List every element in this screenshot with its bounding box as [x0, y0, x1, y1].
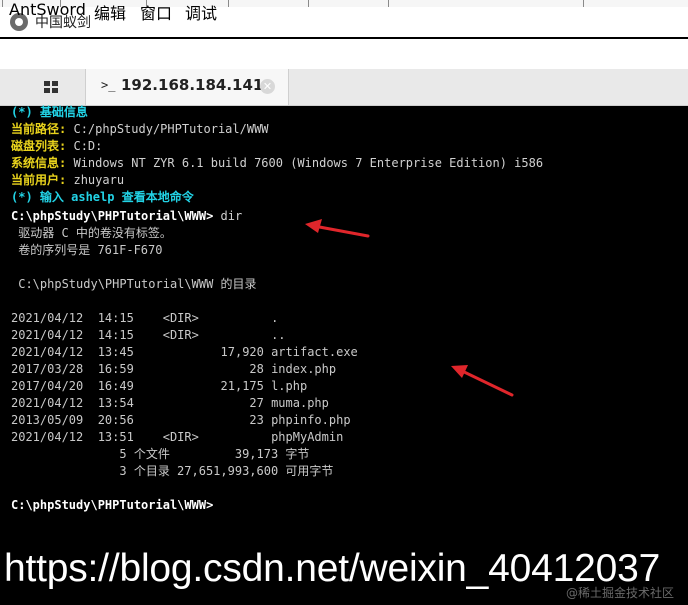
command-text: dir — [220, 209, 243, 223]
prompt: C:\phpStudy\PHPTutorial\WWW> — [11, 209, 214, 223]
info-label: 当前路径: — [11, 122, 67, 136]
grid-icon — [44, 81, 58, 93]
dir-entry: 2017/04/20 16:49 21,175 l.php — [11, 379, 308, 393]
menu-antsword[interactable]: AntSword — [9, 0, 86, 19]
menu-window[interactable]: 窗口 — [140, 0, 172, 24]
dir-entry: 2021/04/12 13:54 27 muma.php — [11, 396, 329, 410]
dir-entry: 2017/03/28 16:59 28 index.php — [11, 362, 337, 376]
small-watermark: @稀土掘金技术社区 — [566, 586, 675, 600]
info-label: 磁盘列表: — [11, 139, 67, 153]
info-value: C:/phpStudy/PHPTutorial/WWW — [73, 122, 269, 136]
url-watermark: https://blog.csdn.net/weixin_40412037 — [4, 547, 661, 590]
close-icon[interactable]: ✕ — [260, 79, 275, 94]
info-header: (*) 基础信息 — [11, 105, 88, 119]
dir-entry: 2021/04/12 13:51 <DIR> phpMyAdmin — [11, 430, 344, 444]
output-line: 卷的序列号是 761F-F670 — [11, 243, 163, 257]
info-line-user: 当前用户: zhuyaru — [11, 172, 124, 189]
command-line: C:\phpStudy\PHPTutorial\WWW> dir — [11, 208, 242, 225]
help-hint: (*) 输入 ashelp 查看本地命令 — [11, 190, 194, 204]
dir-entry: 2021/04/12 14:15 <DIR> .. — [11, 328, 286, 342]
prompt-line: C:\phpStudy\PHPTutorial\WWW> — [11, 497, 213, 514]
info-label: 当前用户: — [11, 173, 67, 187]
info-value: C:D: — [73, 139, 103, 153]
info-line-path: 当前路径: C:/phpStudy/PHPTutorial/WWW — [11, 121, 269, 138]
dir-entry: 2021/04/12 14:15 <DIR> . — [11, 311, 279, 325]
info-label: 系统信息: — [11, 156, 67, 170]
info-value: Windows NT ZYR 6.1 build 7600 (Windows 7… — [73, 156, 544, 170]
menu-debug[interactable]: 调试 — [185, 0, 217, 24]
terminal-prompt-icon: >_ — [101, 78, 116, 92]
tab-home[interactable] — [31, 73, 71, 101]
menu-bar — [0, 39, 688, 69]
menu-edit[interactable]: 编辑 — [94, 0, 126, 24]
output-line: 驱动器 C 中的卷没有标签。 — [11, 226, 172, 240]
info-value: zhuyaru — [73, 173, 125, 187]
info-line-disks: 磁盘列表: C:D: — [11, 138, 102, 155]
prompt: C:\phpStudy\PHPTutorial\WWW> — [11, 498, 214, 512]
tab-host-terminal[interactable]: >_ 192.168.184.141 ✕ — [85, 69, 289, 105]
tab-label: 192.168.184.141 — [121, 76, 264, 94]
dir-entry-artifact: 2021/04/12 13:45 17,920 artifact.exe — [11, 345, 358, 359]
summary-dirs: 3 个目录 27,651,993,600 可用字节 — [11, 464, 334, 478]
summary-files: 5 个文件 39,173 字节 — [11, 447, 310, 461]
output-line: C:\phpStudy\PHPTutorial\WWW 的目录 — [11, 277, 257, 291]
dir-entry: 2013/05/09 20:56 23 phpinfo.php — [11, 413, 351, 427]
info-line-system: 系统信息: Windows NT ZYR 6.1 build 7600 (Win… — [11, 155, 543, 172]
